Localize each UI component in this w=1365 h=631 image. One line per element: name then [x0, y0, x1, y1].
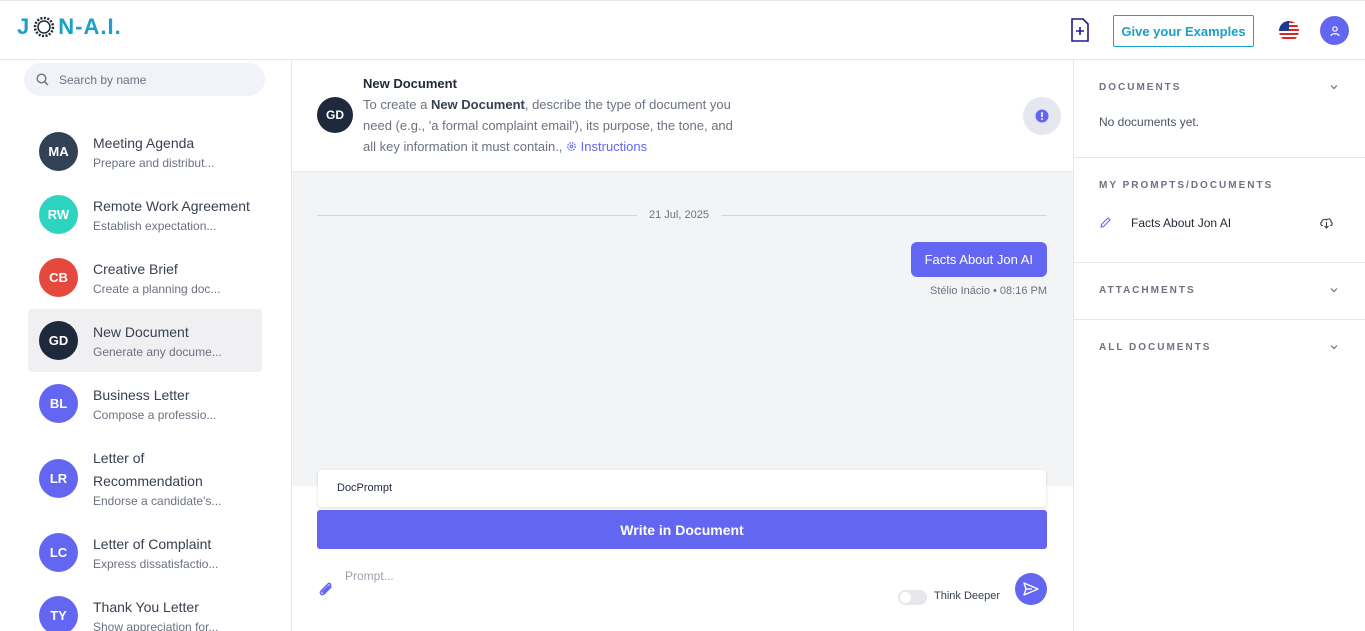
right-panel: DOCUMENTS No documents yet. MY PROMPTS/D… [1073, 60, 1365, 631]
doc-item-subtitle: Create a planning doc... [93, 282, 221, 296]
doc-item-business-letter[interactable]: BL Business Letter Compose a professio... [28, 372, 262, 435]
doc-item-subtitle: Endorse a candidate's... [93, 494, 222, 508]
chat-area: 21 Jul, 2025 Facts About Jon AI Stélio I… [292, 172, 1073, 486]
docprompt-suggestion[interactable]: DocPrompt [318, 470, 1046, 507]
doc-item-title: Meeting Agenda [93, 135, 195, 151]
doc-item-title: New Document [93, 324, 189, 340]
paperclip-icon[interactable] [317, 579, 335, 599]
avatar: LC [39, 533, 78, 572]
doc-item-title: Business Letter [93, 387, 190, 403]
all-documents-section: ALL DOCUMENTS [1074, 320, 1365, 377]
chevron-down-icon[interactable] [1329, 285, 1339, 295]
avatar: CB [39, 258, 78, 297]
documents-section: DOCUMENTS No documents yet. [1074, 60, 1365, 158]
avatar: RW [39, 195, 78, 234]
doc-item-subtitle: Express dissatisfactio... [93, 557, 219, 571]
attachments-section: ATTACHMENTS [1074, 263, 1365, 320]
send-button[interactable] [1015, 573, 1047, 605]
my-prompts-section-title: MY PROMPTS/DOCUMENTS [1099, 180, 1274, 191]
prompt-item[interactable]: Facts About Jon AI [1099, 216, 1339, 230]
chevron-down-icon[interactable] [1329, 342, 1339, 352]
logo-text-right: N-A.I. [58, 14, 122, 39]
give-examples-button[interactable]: Give your Examples [1113, 15, 1254, 47]
user-avatar-button[interactable] [1320, 16, 1349, 45]
doc-item-title: Letter of Complaint [93, 536, 212, 552]
document-description: To create a New Document, describe the t… [363, 94, 743, 157]
doc-item-creative-brief[interactable]: CB Creative Brief Create a planning doc..… [28, 246, 262, 309]
doc-item-subtitle: Prepare and distribut... [93, 156, 215, 170]
avatar: GD [39, 321, 78, 360]
message-meta: Stélio Inácio • 08:16 PM [930, 285, 1047, 297]
document-type-list: MA Meeting Agenda Prepare and distribut..… [28, 120, 262, 631]
doc-item-subtitle: Show appreciation for... [93, 620, 219, 631]
us-flag-icon[interactable] [1279, 21, 1299, 41]
page-title: New Document [363, 76, 457, 91]
instructions-link[interactable]: Instructions [566, 139, 647, 154]
my-prompts-section: MY PROMPTS/DOCUMENTS [1074, 158, 1365, 263]
doc-item-new-document[interactable]: GD New Document Generate any docume... [28, 309, 262, 372]
compose-area [292, 486, 1073, 631]
doc-item-subtitle: Generate any docume... [93, 345, 222, 359]
all-documents-section-title[interactable]: ALL DOCUMENTS [1099, 342, 1211, 353]
doc-item-remote-work-agreement[interactable]: RW Remote Work Agreement Establish expect… [28, 183, 262, 246]
toggle-knob [900, 592, 911, 603]
avatar: LR [39, 458, 78, 498]
alert-icon [1035, 109, 1049, 123]
date-label: 21 Jul, 2025 [637, 209, 721, 221]
search-icon [36, 73, 49, 86]
doc-item-letter-of-complaint[interactable]: LC Letter of Complaint Express dissatisfa… [28, 521, 262, 584]
message-bubble[interactable]: Facts About Jon AI [910, 242, 1047, 277]
doc-item-thank-you-letter[interactable]: TY Thank You Letter Show appreciation for… [28, 584, 262, 631]
avatar: TY [39, 596, 78, 631]
avatar: GD [317, 97, 353, 133]
file-plus-icon[interactable] [1070, 18, 1090, 42]
write-in-document-button[interactable]: Write in Document [317, 510, 1047, 549]
instructions-label: Instructions [580, 139, 648, 154]
search-input[interactable] [59, 72, 249, 87]
doc-item-letter-of-recommendation[interactable]: LR Letter of Recommendation Endorse a can… [28, 435, 262, 521]
logo[interactable]: J N-A.I. [17, 14, 122, 40]
search-box[interactable] [24, 63, 265, 96]
doc-item-title: Creative Brief [93, 261, 178, 277]
main-content: GD New Document To create a New Document… [292, 60, 1073, 631]
send-icon [1023, 582, 1039, 596]
gear-icon [34, 16, 55, 38]
desc-prefix: To create a [363, 97, 431, 112]
user-icon [1329, 25, 1340, 36]
info-button[interactable] [1023, 97, 1061, 135]
avatar: BL [39, 384, 78, 423]
attachments-section-title[interactable]: ATTACHMENTS [1099, 285, 1196, 296]
doc-item-subtitle: Establish expectation... [93, 219, 217, 233]
top-header: J N-A.I. Give your Examples [0, 0, 1365, 60]
doc-item-title: Letter of Recommendation [93, 450, 203, 489]
gear-icon [567, 142, 576, 151]
doc-item-title: Thank You Letter [93, 599, 199, 615]
document-header: GD New Document To create a New Document… [292, 60, 1073, 172]
cloud-download-icon[interactable] [1319, 215, 1334, 230]
documents-section-title[interactable]: DOCUMENTS [1099, 82, 1181, 93]
avatar: MA [39, 132, 78, 171]
prompt-input[interactable] [345, 565, 845, 587]
sidebar: MA Meeting Agenda Prepare and distribut..… [0, 60, 292, 631]
prompt-item-label: Facts About Jon AI [1131, 216, 1232, 230]
desc-bold: New Document [430, 97, 525, 112]
chevron-down-icon[interactable] [1329, 82, 1339, 92]
think-deeper-toggle[interactable] [898, 590, 927, 605]
doc-item-subtitle: Compose a professio... [93, 408, 217, 422]
doc-item-title: Remote Work Agreement [93, 198, 250, 214]
doc-item-meeting-agenda[interactable]: MA Meeting Agenda Prepare and distribut..… [28, 120, 262, 183]
think-deeper-label: Think Deeper [934, 590, 1001, 602]
documents-empty-text: No documents yet. [1099, 115, 1200, 129]
logo-text-left: J [17, 14, 31, 39]
pencil-icon[interactable] [1099, 216, 1112, 229]
